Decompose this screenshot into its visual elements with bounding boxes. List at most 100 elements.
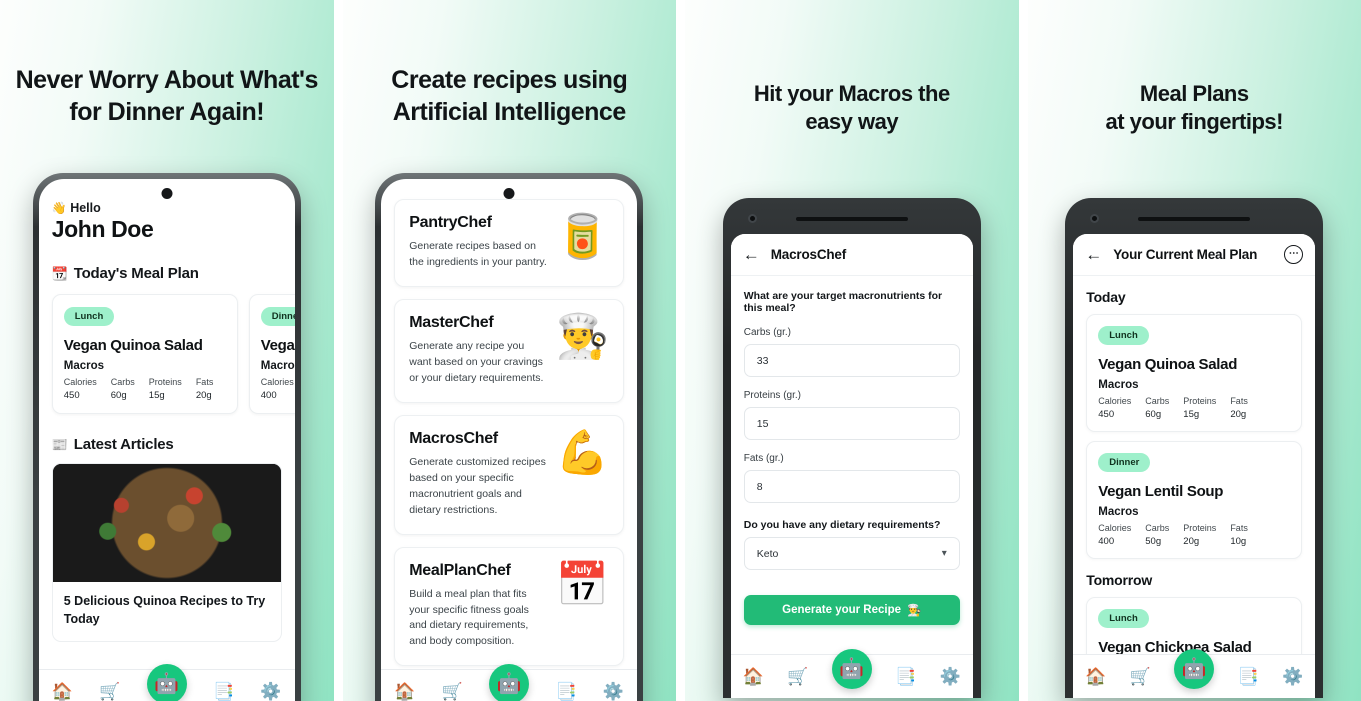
chevron-down-icon: ▾ bbox=[941, 548, 947, 559]
phone-mockup-1: 👋 Hello John Doe 📆 Today's Meal Plan Lun… bbox=[32, 173, 301, 701]
camera-lens-icon bbox=[1090, 214, 1100, 223]
macro-column: Carbs 60g bbox=[111, 377, 135, 401]
nav-recipes-icon[interactable]: 📑 bbox=[895, 668, 916, 685]
macro-column: Calories 400 bbox=[1098, 523, 1131, 547]
greeting-text: Hello bbox=[70, 201, 101, 215]
chef-card-mealplanchef[interactable]: MealPlanChef Build a meal plan that fits… bbox=[394, 546, 625, 667]
meal-card[interactable]: Dinner Vegan Lentil Soup Macros Calories… bbox=[248, 294, 295, 414]
meal-plan-body: Today Lunch Vegan Quinoa Salad Macros Ca… bbox=[1073, 276, 1315, 698]
headline-line-2: for Dinner Again! bbox=[69, 98, 265, 126]
nav-shopping-cart-icon[interactable]: 🛒 bbox=[99, 683, 120, 700]
carbs-field-label: Carbs (gr.) bbox=[743, 327, 791, 338]
screen-title: MacrosChef bbox=[770, 247, 847, 262]
day-heading-tomorrow: Tomorrow bbox=[1086, 572, 1153, 588]
bottom-navigation-bar[interactable]: 🏠 🛒 🤖 📑 ⚙️ bbox=[1073, 648, 1316, 698]
app-home-screen: 👋 Hello John Doe 📆 Today's Meal Plan Lun… bbox=[38, 179, 295, 701]
headline-line-2: Artificial Intelligence bbox=[392, 98, 627, 126]
macro-key: Calories bbox=[63, 377, 97, 387]
back-arrow-icon[interactable]: ← bbox=[1085, 246, 1102, 263]
back-arrow-icon[interactable]: ← bbox=[743, 246, 760, 263]
plan-meal-card[interactable]: Lunch Vegan Quinoa Salad Macros Calories… bbox=[1086, 314, 1303, 432]
chef-list-body: PantryChef Generate recipes based on the… bbox=[381, 179, 637, 701]
proteins-field-label: Proteins (gr.) bbox=[743, 390, 801, 401]
article-card[interactable]: 5 Delicious Quinoa Recipes to Try Today bbox=[51, 463, 282, 642]
promo-panel-meal-plan: Meal Plans at your fingertips! ← Your Cu… bbox=[1027, 0, 1361, 701]
macro-table: Calories 450 Carbs 60g Proteins 15g Fats 20g bbox=[64, 377, 226, 401]
phone-screen-2: PantryChef Generate recipes based on the… bbox=[381, 179, 638, 701]
macro-key: Calories bbox=[1098, 523, 1132, 533]
more-options-icon[interactable]: ⋯ bbox=[1284, 245, 1304, 264]
nav-settings-icon[interactable]: ⚙️ bbox=[260, 683, 281, 700]
camera-lens-icon bbox=[747, 214, 757, 223]
earpiece-speaker-icon bbox=[795, 217, 908, 221]
nav-home-icon[interactable]: 🏠 bbox=[1085, 668, 1106, 685]
plan-meal-card[interactable]: Dinner Vegan Lentil Soup Macros Calories… bbox=[1086, 441, 1303, 559]
app-chef-list-screen: PantryChef Generate recipes based on the… bbox=[381, 179, 638, 701]
proteins-input[interactable]: 15 bbox=[743, 407, 960, 440]
nav-shopping-cart-icon[interactable]: 🛒 bbox=[787, 668, 808, 685]
macro-column: Fats 10g bbox=[1230, 523, 1248, 547]
macro-column: Proteins 15g bbox=[1183, 396, 1216, 420]
nav-shopping-cart-icon[interactable]: 🛒 bbox=[1130, 668, 1151, 685]
calendar-icon: 📅 bbox=[555, 560, 610, 609]
carbs-input[interactable]: 33 bbox=[743, 344, 960, 377]
canned-food-icon: 🥫 bbox=[555, 213, 610, 261]
meal-title: Vegan Quinoa Salad bbox=[1098, 356, 1238, 373]
macro-value: 20g bbox=[1183, 536, 1200, 547]
chef-name: MealPlanChef bbox=[409, 561, 511, 579]
app-bar: ← Your Current Meal Plan ⋯ bbox=[1073, 234, 1316, 276]
bottom-navigation-bar[interactable]: 🏠 🛒 🤖 📑 ⚙️ bbox=[730, 648, 973, 698]
nav-home-icon[interactable]: 🏠 bbox=[394, 683, 415, 700]
fats-input[interactable]: 8 bbox=[743, 470, 960, 503]
phone-screen-1: 👋 Hello John Doe 📆 Today's Meal Plan Lun… bbox=[38, 179, 295, 701]
earpiece-speaker-icon bbox=[1138, 217, 1251, 221]
form-question: What are your target macronutrients for … bbox=[743, 290, 943, 314]
dietary-requirements-select[interactable]: Keto ▾ bbox=[743, 537, 960, 570]
headline-line-2: at your fingertips! bbox=[1105, 109, 1283, 135]
nav-settings-icon[interactable]: ⚙️ bbox=[1282, 668, 1303, 685]
meal-card-carousel[interactable]: Lunch Vegan Quinoa Salad Macros Calories… bbox=[51, 294, 295, 414]
form-body: What are your target macronutrients for … bbox=[731, 276, 973, 698]
macro-column: Proteins 20g bbox=[1183, 523, 1216, 547]
nav-settings-icon[interactable]: ⚙️ bbox=[940, 668, 961, 685]
nav-recipes-icon[interactable]: 📑 bbox=[555, 683, 576, 700]
greeting-row: 👋 Hello bbox=[52, 201, 282, 215]
generate-recipe-button[interactable]: Generate your Recipe 👨‍🍳 bbox=[743, 595, 960, 625]
nav-recipes-icon[interactable]: 📑 bbox=[213, 683, 234, 700]
nav-chef-bot-icon[interactable]: 🤖 bbox=[831, 648, 872, 689]
user-name: John Doe bbox=[51, 216, 154, 242]
macro-key: Fats bbox=[195, 377, 214, 387]
app-store-screenshot-showcase: Never Worry About What's for Dinner Agai… bbox=[0, 0, 1361, 701]
bottom-navigation-bar[interactable]: 🏠 🛒 🤖 📑 ⚙️ bbox=[38, 663, 295, 701]
meal-plan-section-header: 📆 Today's Meal Plan bbox=[52, 265, 282, 282]
nav-home-icon[interactable]: 🏠 bbox=[52, 683, 73, 700]
chef-card-pantrychef[interactable]: PantryChef Generate recipes based on the… bbox=[394, 199, 625, 287]
article-thumbnail bbox=[52, 464, 281, 582]
phone-mockup-3: ← MacrosChef What are your target macron… bbox=[722, 198, 981, 698]
meal-card[interactable]: Lunch Vegan Quinoa Salad Macros Calories… bbox=[51, 294, 238, 414]
chef-name: PantryChef bbox=[409, 214, 492, 231]
macro-value: 60g bbox=[110, 390, 127, 401]
app-bar: ← MacrosChef bbox=[730, 234, 973, 276]
meal-title: Vegan Lentil Soup bbox=[260, 337, 295, 354]
nav-shopping-cart-icon[interactable]: 🛒 bbox=[442, 683, 463, 700]
panel-2-headline: Create recipes using Artificial Intellig… bbox=[343, 64, 677, 128]
macro-key: Fats bbox=[1230, 523, 1248, 533]
chef-card-macroschef[interactable]: MacrosChef Generate customized recipes b… bbox=[394, 414, 625, 535]
macro-key: Calories bbox=[260, 377, 294, 387]
nav-settings-icon[interactable]: ⚙️ bbox=[603, 683, 624, 700]
articles-section-header: 📰 Latest Articles bbox=[52, 436, 282, 453]
macro-value: 20g bbox=[1230, 409, 1247, 420]
nav-chef-bot-icon[interactable]: 🤖 bbox=[1174, 648, 1215, 689]
nav-chef-bot-icon[interactable]: 🤖 bbox=[146, 663, 187, 701]
headline-line-2: easy way bbox=[805, 109, 899, 135]
macro-value: 50g bbox=[1145, 536, 1162, 547]
meal-type-chip: Lunch bbox=[1098, 609, 1149, 628]
nav-home-icon[interactable]: 🏠 bbox=[742, 668, 763, 685]
nav-recipes-icon[interactable]: 📑 bbox=[1238, 668, 1259, 685]
bottom-navigation-bar[interactable]: 🏠 🛒 🤖 📑 ⚙️ bbox=[381, 663, 638, 701]
macro-value: 450 bbox=[1098, 409, 1115, 420]
chef-card-masterchef[interactable]: MasterChef Generate any recipe you want … bbox=[394, 298, 625, 403]
nav-chef-bot-icon[interactable]: 🤖 bbox=[489, 663, 530, 701]
macro-key: Carbs bbox=[1145, 396, 1170, 406]
